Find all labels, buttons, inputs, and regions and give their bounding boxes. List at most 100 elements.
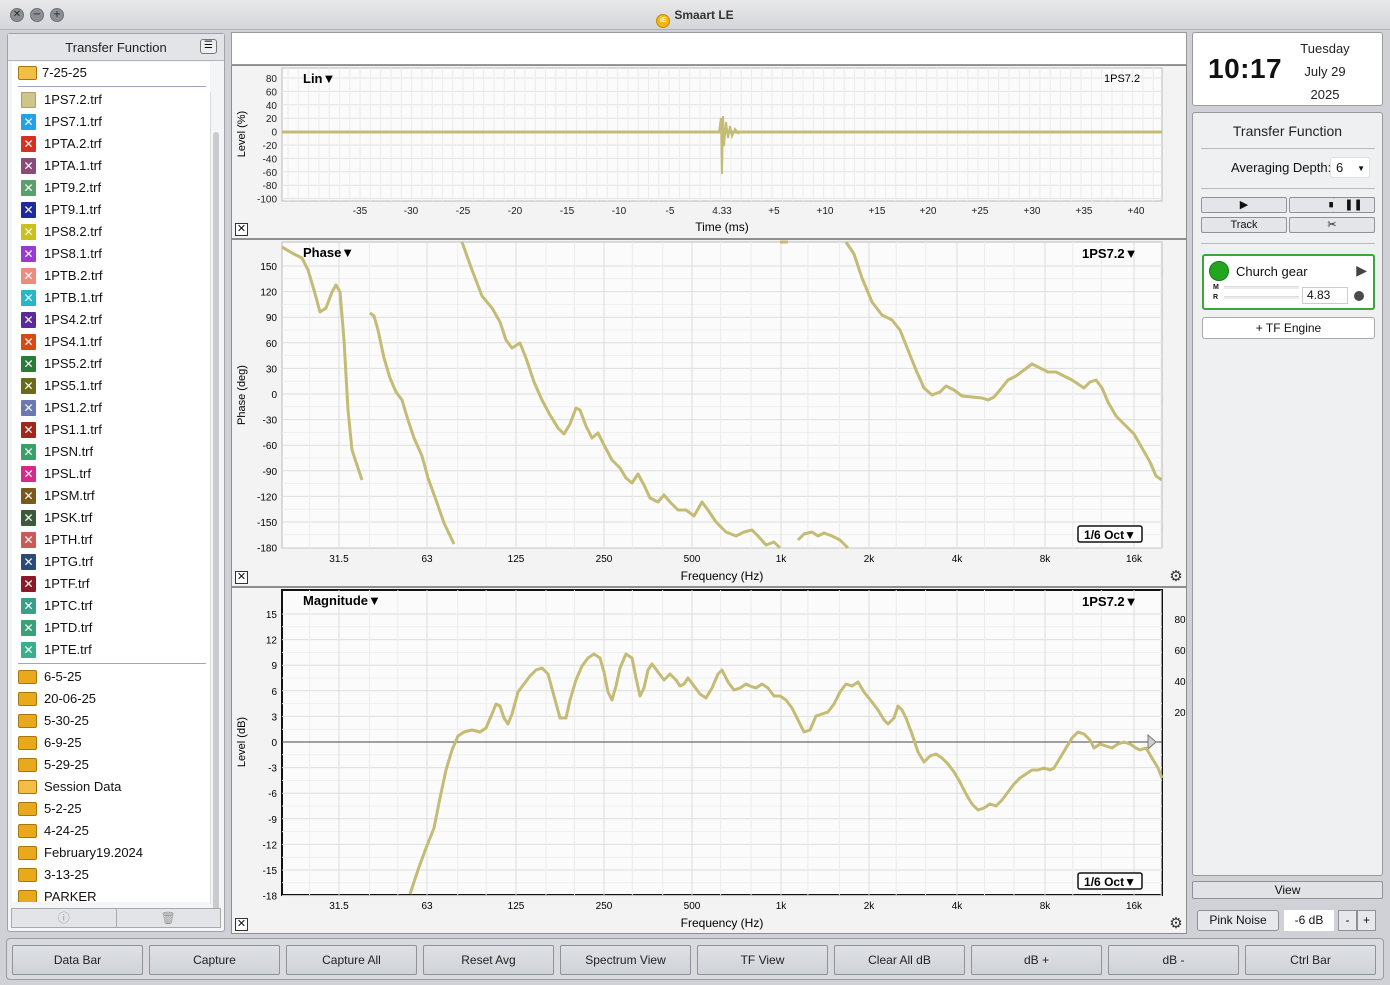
close-plot-icon[interactable]: ✕: [235, 918, 248, 931]
db-button[interactable]: dB +: [971, 945, 1102, 975]
folder-item[interactable]: 5-2-25: [12, 798, 210, 820]
file-item[interactable]: ✕ 1PTA.2.trf: [12, 133, 210, 155]
folder-item[interactable]: 6-9-25: [12, 732, 210, 754]
folder-item[interactable]: 6-5-25: [12, 666, 210, 688]
level-plus-button[interactable]: +: [1357, 910, 1376, 931]
ctrl-bar-button[interactable]: Ctrl Bar: [1245, 945, 1376, 975]
file-list-scrollbar[interactable]: [210, 92, 220, 912]
trf-file-icon: ✕: [21, 466, 36, 482]
folder-item[interactable]: 4-24-25: [12, 820, 210, 842]
magnitude-plot-svg: 15129630-3-6-9-12-15-188060402031.5 63 125…: [236, 589, 1186, 930]
file-item[interactable]: ✕ 1PTG.trf: [12, 551, 210, 573]
file-item[interactable]: ✕ 1PTD.trf: [12, 617, 210, 639]
clock-time: 10:17: [1208, 53, 1283, 84]
data-bar-button[interactable]: Data Bar: [12, 945, 143, 975]
impulse-plot-svg: 80 60 40 20 0 -20 -40 -60 -80 -100 -35 -30 -25 -20 -15…: [236, 67, 1163, 234]
delay-field[interactable]: 4.83: [1302, 287, 1348, 304]
file-item[interactable]: ✕ 1PS1.2.trf: [12, 397, 210, 419]
folder-item[interactable]: February19.2024: [12, 842, 210, 864]
file-item[interactable]: ✕ 1PTC.trf: [12, 595, 210, 617]
folder-item[interactable]: PARKER: [12, 886, 210, 902]
file-item[interactable]: ✕ 1PS4.1.trf: [12, 331, 210, 353]
meter-r-label: R: [1213, 294, 1219, 301]
file-name: 1PS7.1.trf: [44, 114, 102, 129]
file-item[interactable]: ✕ 1PSL.trf: [12, 463, 210, 485]
file-item[interactable]: ✕ 1PTF.trf: [12, 573, 210, 595]
pink-noise-button[interactable]: Pink Noise: [1197, 910, 1279, 931]
file-item[interactable]: ✕ 1PS1.1.trf: [12, 419, 210, 441]
file-item[interactable]: ✕ 1PS5.1.trf: [12, 375, 210, 397]
file-item[interactable]: ✕ 1PS4.2.trf: [12, 309, 210, 331]
y-tick-label: 6: [271, 687, 277, 698]
hamburger-menu-icon[interactable]: ☰: [200, 39, 217, 54]
y-tick-label: -3: [268, 764, 277, 775]
file-item[interactable]: ✕ 1PS8.1.trf: [12, 243, 210, 265]
add-tf-engine-button[interactable]: + TF Engine: [1202, 317, 1375, 339]
magnitude-plot[interactable]: 15 12 9 6 3 0 -3 -6 -9 -12 -15 -18 80 60 40 20 31.5 63 125…: [231, 587, 1187, 934]
file-item[interactable]: ✕ 1PS7.1.trf: [12, 111, 210, 133]
measurement-item[interactable]: Church gear ▶ M R 4.83: [1202, 254, 1375, 310]
play-icon[interactable]: ▶: [1356, 262, 1367, 279]
x-tick-label: 8k: [1040, 901, 1052, 912]
x-tick-label: 16k: [1126, 901, 1143, 912]
spectrum-view-button[interactable]: Spectrum View: [560, 945, 691, 975]
capture-all-button[interactable]: Capture All: [286, 945, 417, 975]
trf-file-icon: ✕: [21, 378, 36, 394]
trf-file-icon: ✕: [21, 510, 36, 526]
file-item[interactable]: 1PS7.2.trf: [12, 89, 210, 111]
smoothing-label: 1/6 Oct▼: [1084, 528, 1136, 542]
file-item[interactable]: ✕ 1PTA.1.trf: [12, 155, 210, 177]
folder-item[interactable]: 20-06-25: [12, 688, 210, 710]
impulse-response-plot[interactable]: 80 60 40 20 0 -20 -40 -60 -80 -100 -35 -30 -25 -20 -15…: [231, 65, 1187, 239]
averaging-depth-select[interactable]: 6 ▼: [1330, 157, 1370, 178]
plot-mode-label: Magnitude▼: [303, 593, 381, 608]
trf-file-icon: ✕: [21, 202, 36, 218]
db-button[interactable]: dB -: [1108, 945, 1239, 975]
tf-view-button[interactable]: TF View: [697, 945, 828, 975]
file-item[interactable]: ✕ 1PT9.1.trf: [12, 199, 210, 221]
y-tick-label: -40: [263, 154, 278, 165]
info-icon[interactable]: ⓘ: [12, 909, 116, 927]
y-tick-label: 20: [266, 114, 278, 125]
current-folder-row[interactable]: 7-25-25: [12, 62, 210, 84]
y-tick-label: 0: [271, 128, 277, 139]
x-tick-label: +15: [869, 206, 886, 217]
view-button[interactable]: View: [1192, 881, 1383, 899]
file-item[interactable]: ✕ 1PS5.2.trf: [12, 353, 210, 375]
reset-avg-button[interactable]: Reset Avg: [423, 945, 554, 975]
file-item[interactable]: ✕ 1PTE.trf: [12, 639, 210, 661]
gear-icon[interactable]: ⚙: [1168, 569, 1184, 585]
file-item[interactable]: ✕ 1PTB.1.trf: [12, 287, 210, 309]
level-minus-button[interactable]: -: [1338, 910, 1357, 931]
record-icon[interactable]: [1354, 291, 1364, 301]
folder-item[interactable]: 5-29-25: [12, 754, 210, 776]
file-item[interactable]: ✕ 1PT9.2.trf: [12, 177, 210, 199]
folder-item[interactable]: 5-30-25: [12, 710, 210, 732]
gear-icon[interactable]: ⚙: [1168, 916, 1184, 932]
file-browser-panel: Transfer Function ☰ 7-25-25 1PS7.2.trf ✕ 1P…: [7, 33, 225, 932]
pause-button[interactable]: ❚❚: [1333, 197, 1375, 213]
play-button[interactable]: ▶: [1201, 197, 1287, 213]
close-plot-icon[interactable]: ✕: [235, 223, 248, 236]
trash-icon[interactable]: 🗑: [115, 909, 221, 927]
file-name: 1PSK.trf: [44, 510, 93, 525]
file-item[interactable]: ✕ 1PSM.trf: [12, 485, 210, 507]
file-item[interactable]: ✕ 1PS8.2.trf: [12, 221, 210, 243]
measurement-status-dot[interactable]: [1209, 261, 1229, 281]
capture-button[interactable]: Capture: [149, 945, 280, 975]
file-item[interactable]: ✕ 1PSN.trf: [12, 441, 210, 463]
file-item[interactable]: ✕ 1PTH.trf: [12, 529, 210, 551]
tools-icon[interactable]: ✂: [1289, 217, 1375, 233]
x-tick-label: 125: [508, 901, 525, 912]
scrollbar-thumb[interactable]: [213, 132, 219, 912]
clear-all-db-button[interactable]: Clear All dB: [834, 945, 965, 975]
phase-plot[interactable]: 150 120 90 60 30 0 -30 -60 -90 -120 -150 -180 31.5 63…: [231, 239, 1187, 587]
folder-item[interactable]: 3-13-25: [12, 864, 210, 886]
folder-item[interactable]: Session Data: [12, 776, 210, 798]
track-button[interactable]: Track: [1201, 217, 1287, 233]
y-tick-label: 150: [260, 262, 277, 273]
close-plot-icon[interactable]: ✕: [235, 571, 248, 584]
y-tick-label: 60: [266, 339, 278, 350]
file-item[interactable]: ✕ 1PTB.2.trf: [12, 265, 210, 287]
file-item[interactable]: ✕ 1PSK.trf: [12, 507, 210, 529]
